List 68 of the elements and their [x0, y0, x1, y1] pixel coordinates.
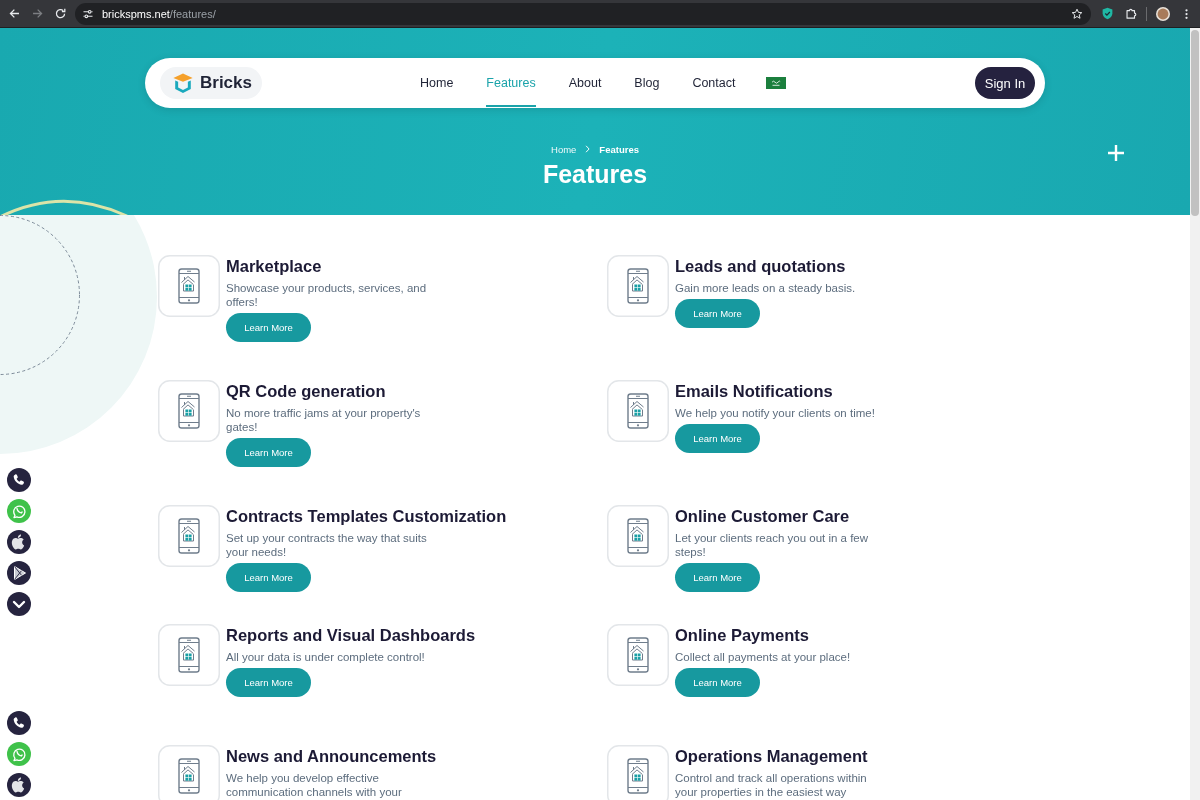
bookmark-star-icon[interactable] — [1071, 7, 1083, 20]
apple-icon[interactable] — [7, 530, 31, 554]
feature-title: Online Customer Care — [675, 506, 850, 526]
learn-more-button[interactable]: Learn More — [675, 668, 760, 697]
feature-title: Leads and quotations — [675, 256, 846, 276]
forward-arrow-icon[interactable] — [31, 7, 44, 20]
nav-link[interactable]: About — [568, 59, 602, 107]
phone-house-icon — [158, 624, 220, 686]
nav-link[interactable]: Home — [420, 59, 454, 107]
feature-description: Gain more leads on a steady basis. — [675, 281, 857, 295]
logo-link[interactable]: Bricks — [160, 67, 262, 99]
feature-title: Emails Notifications — [675, 381, 833, 401]
scrollbar-thumb[interactable] — [1191, 30, 1199, 216]
phone-house-icon — [158, 380, 220, 442]
logo-icon — [172, 72, 194, 94]
feature-description: All your data is under complete control! — [226, 650, 426, 664]
phone-house-icon — [158, 505, 220, 567]
phone-house-icon — [607, 505, 669, 567]
feature-description: We help you develop effective communication channels with your — [226, 771, 403, 799]
learn-more-button[interactable]: Learn More — [675, 299, 760, 328]
feature-description: Collect all payments at your place! — [675, 650, 852, 664]
feature-description: Control and track all operations within your properties in the easiest way — [675, 771, 868, 799]
back-arrow-icon[interactable] — [8, 7, 21, 20]
learn-more-button[interactable]: Learn More — [226, 313, 311, 342]
learn-more-button[interactable]: Learn More — [226, 668, 311, 697]
feature-title: Online Payments — [675, 625, 809, 645]
feature-title: Marketplace — [226, 256, 322, 276]
site-settings-icon[interactable] — [82, 7, 94, 20]
feature-description: Set up your contracts the way that suits your needs! — [226, 531, 428, 559]
sign-in-button[interactable]: Sign In — [975, 67, 1035, 99]
feature-title: Contracts Templates Customization — [226, 506, 507, 526]
url-text: brickspms.net/features/ — [102, 7, 216, 20]
address-bar[interactable]: brickspms.net/features/ — [75, 2, 1091, 25]
phone-house-icon — [607, 380, 669, 442]
feature-description: No more traffic jams at your property's gates! — [226, 406, 422, 434]
breadcrumb-link[interactable]: Home — [551, 143, 577, 155]
phone-icon[interactable] — [7, 468, 31, 492]
apple-icon[interactable] — [7, 773, 31, 797]
reload-icon[interactable] — [54, 7, 67, 20]
breadcrumb-current: Features — [599, 143, 639, 155]
scrollbar[interactable] — [1190, 28, 1200, 800]
extensions-icon[interactable] — [1125, 7, 1138, 20]
feature-title: Reports and Visual Dashboards — [226, 625, 476, 645]
plus-icon[interactable] — [1108, 145, 1124, 161]
feature-description: Let your clients reach you out in a few steps! — [675, 531, 870, 559]
learn-more-button[interactable]: Learn More — [226, 563, 311, 592]
chevron-right-icon — [585, 145, 591, 153]
learn-more-button[interactable]: Learn More — [675, 563, 760, 592]
phone-house-icon — [607, 255, 669, 317]
more-menu-icon[interactable] — [1185, 7, 1188, 20]
nav-link[interactable]: Contact — [692, 59, 736, 107]
feature-description: We help you notify your clients on time! — [675, 406, 876, 420]
phone-house-icon — [607, 624, 669, 686]
shield-icon[interactable] — [1101, 7, 1114, 20]
nav-link[interactable]: Features — [486, 59, 536, 107]
phone-icon[interactable] — [7, 711, 31, 735]
learn-more-button[interactable]: Learn More — [226, 438, 311, 467]
nav-link[interactable]: Blog — [634, 59, 660, 107]
phone-house-icon — [158, 255, 220, 317]
feature-description: Showcase your products, services, and offers! — [226, 281, 428, 309]
feature-title: News and Announcements — [226, 746, 437, 766]
learn-more-button[interactable]: Learn More — [675, 424, 760, 453]
chevron-down-icon[interactable] — [7, 592, 31, 616]
page-title: Features — [542, 159, 648, 189]
feature-title: QR Code generation — [226, 381, 386, 401]
avatar-icon[interactable] — [1156, 6, 1170, 21]
feature-title: Operations Management — [675, 746, 868, 766]
flag-icon[interactable] — [766, 77, 787, 89]
